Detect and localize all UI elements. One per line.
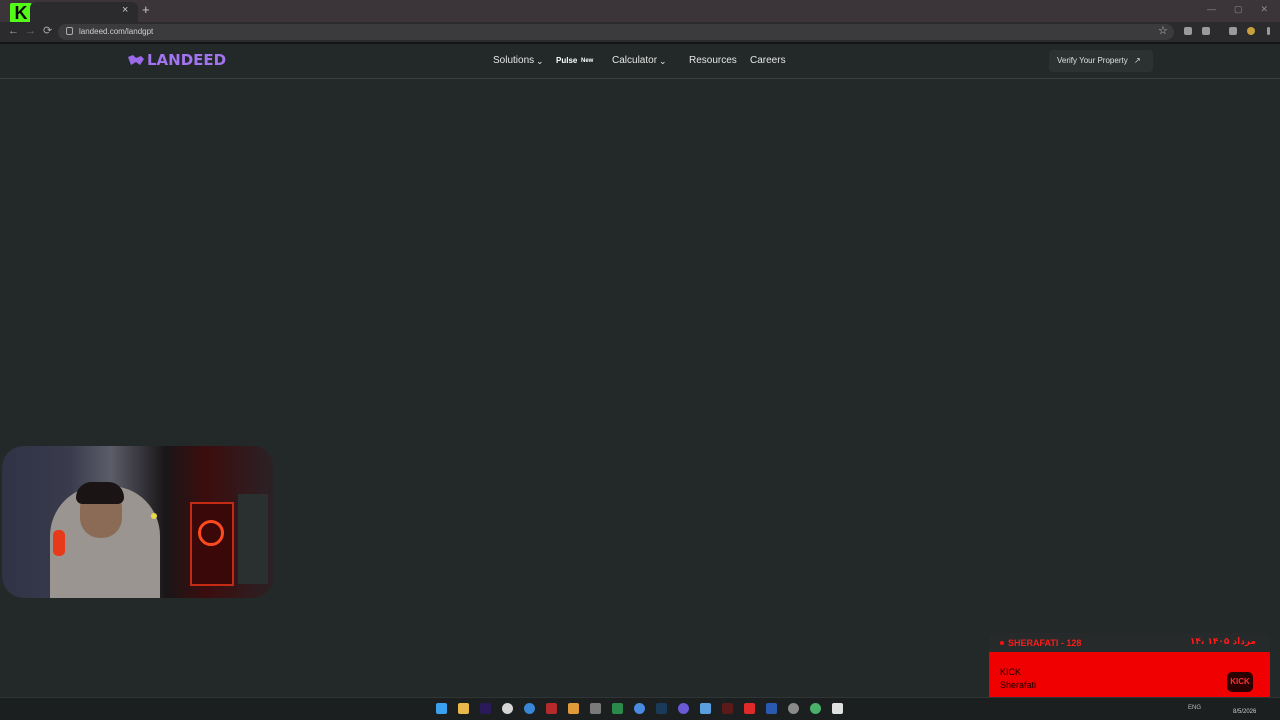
streamer-hair bbox=[76, 482, 124, 504]
notification-title: KICK bbox=[1000, 667, 1022, 677]
arrow-up-right-icon: ↗ bbox=[1133, 56, 1141, 65]
discord-icon[interactable] bbox=[678, 703, 689, 714]
notification-header: SHERAFATI - 128 ۱۴، مرداد ۱۴۰۵ bbox=[989, 633, 1270, 653]
site-info-icon[interactable] bbox=[66, 27, 73, 35]
app-icon[interactable] bbox=[568, 703, 579, 714]
url-text[interactable]: landeed.com/landgpt bbox=[79, 26, 153, 37]
chevron-down-icon: ⌄ bbox=[659, 56, 667, 66]
verify-button-label: Verify Your Property bbox=[1057, 56, 1128, 65]
taskbar-date[interactable]: 8/5/2026 bbox=[1233, 709, 1256, 716]
app-icon[interactable] bbox=[590, 703, 601, 714]
address-bar[interactable] bbox=[58, 24, 1174, 40]
menu-kebab-icon[interactable] bbox=[1267, 27, 1270, 35]
app-icon[interactable] bbox=[700, 703, 711, 714]
reading-list-icon[interactable] bbox=[1229, 27, 1237, 35]
notification-date: ۱۴، مرداد ۱۴۰۵ bbox=[1189, 637, 1256, 647]
maximize-icon[interactable]: ▢ bbox=[1234, 4, 1243, 15]
extension-icon[interactable] bbox=[1184, 27, 1192, 35]
nav-solutions[interactable]: Solutions bbox=[493, 55, 534, 67]
kick-logo-icon: K bbox=[10, 3, 32, 23]
new-tab-button[interactable]: + bbox=[142, 3, 150, 17]
app-icon[interactable] bbox=[524, 703, 535, 714]
landeed-logo-text[interactable]: LANDEED bbox=[147, 52, 226, 69]
new-badge: New bbox=[581, 58, 594, 64]
close-window-icon[interactable]: ✕ bbox=[1260, 4, 1268, 15]
chrome-icon[interactable] bbox=[502, 703, 513, 714]
nav-careers[interactable]: Careers bbox=[750, 55, 786, 67]
minimize-icon[interactable]: — bbox=[1207, 4, 1216, 15]
app-icon[interactable] bbox=[722, 703, 733, 714]
desk-light bbox=[151, 513, 157, 519]
chevron-down-icon: ⌄ bbox=[536, 56, 544, 66]
live-dot-icon bbox=[1000, 641, 1004, 645]
extensions-puzzle-icon[interactable] bbox=[1202, 27, 1210, 35]
notification-user: SHERAFATI - 128 bbox=[1008, 638, 1082, 648]
reload-button[interactable]: ⟳ bbox=[43, 25, 52, 37]
vscode-icon[interactable] bbox=[766, 703, 777, 714]
pc-fan-ring bbox=[198, 520, 224, 546]
notification-name: Sherafati bbox=[1000, 680, 1037, 690]
back-button[interactable]: ← bbox=[8, 25, 19, 37]
landeed-logo-icon[interactable] bbox=[127, 53, 145, 67]
nav-pulse[interactable]: Pulse bbox=[556, 56, 577, 66]
profile-avatar-icon[interactable] bbox=[1247, 27, 1255, 35]
start-icon[interactable] bbox=[436, 703, 447, 714]
steam-icon[interactable] bbox=[656, 703, 667, 714]
youtube-icon[interactable] bbox=[744, 703, 755, 714]
file-explorer-icon[interactable] bbox=[458, 703, 469, 714]
side-monitor bbox=[238, 494, 268, 584]
forward-button[interactable]: → bbox=[25, 25, 36, 37]
notepad-icon[interactable] bbox=[832, 703, 843, 714]
whatsapp-icon[interactable] bbox=[810, 703, 821, 714]
language-indicator[interactable]: ENG bbox=[1188, 704, 1201, 712]
app-icon[interactable] bbox=[546, 703, 557, 714]
premiere-icon[interactable] bbox=[480, 703, 491, 714]
kick-badge-icon: KICK bbox=[1227, 672, 1253, 692]
nav-resources[interactable]: Resources bbox=[689, 55, 737, 67]
webcam-overlay bbox=[2, 446, 274, 598]
window-controls: — ▢ ✕ bbox=[1207, 4, 1268, 15]
verify-property-button[interactable]: Verify Your Property ↗ bbox=[1049, 50, 1153, 72]
app-icon[interactable] bbox=[634, 703, 645, 714]
browser-tab-strip bbox=[0, 0, 1280, 22]
nav-calculator[interactable]: Calculator bbox=[612, 55, 657, 67]
close-tab-icon[interactable]: × bbox=[122, 4, 128, 16]
app-icon[interactable] bbox=[788, 703, 799, 714]
microphone bbox=[53, 530, 65, 556]
bookmark-star-icon[interactable]: ☆ bbox=[1158, 24, 1168, 37]
app-icon[interactable] bbox=[612, 703, 623, 714]
